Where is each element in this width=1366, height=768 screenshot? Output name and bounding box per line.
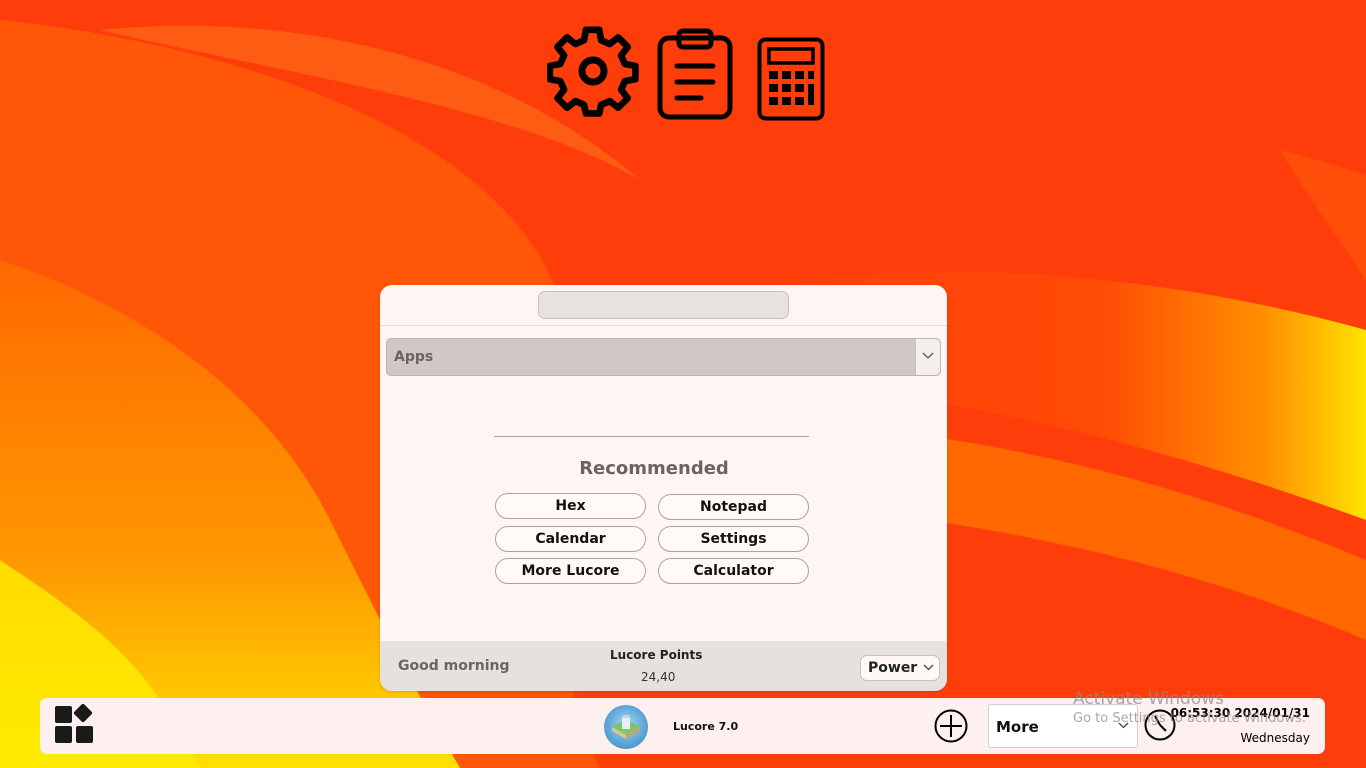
search-input[interactable] [538, 291, 789, 319]
power-dropdown-label: Power [868, 660, 918, 676]
clipboard-icon [657, 28, 733, 120]
calculator-icon [757, 37, 825, 121]
app-button-settings[interactable]: Settings [658, 526, 809, 552]
more-dropdown[interactable]: More [988, 704, 1138, 748]
time-date-label: 06:53:30 2024/01/31 [1170, 706, 1310, 720]
apps-dropdown-toggle[interactable] [915, 339, 940, 375]
recommended-title: Recommended [579, 458, 729, 479]
chevron-down-icon [923, 664, 934, 671]
app-button-more-lucore[interactable]: More Lucore [495, 558, 646, 584]
gear-icon [547, 26, 639, 117]
chevron-down-icon [1118, 722, 1129, 729]
app-name-label: Lucore 7.0 [673, 720, 739, 733]
power-dropdown[interactable]: Power [860, 655, 940, 681]
calculator-desktop-icon[interactable] [757, 37, 825, 121]
greeting-text: Good morning [398, 658, 510, 674]
app-button-calculator[interactable]: Calculator [658, 558, 809, 584]
recommended-divider [494, 436, 809, 437]
panel-footer: Good morning Lucore Points 24,40 Power [380, 641, 947, 691]
start-button[interactable] [54, 703, 96, 750]
points-title: Lucore Points [610, 648, 703, 662]
settings-desktop-icon[interactable] [547, 26, 639, 118]
apps-dropdown-label: Apps [394, 349, 434, 365]
points-value: 24,40 [641, 670, 676, 684]
notepad-desktop-icon[interactable] [657, 28, 733, 120]
app-button-notepad[interactable]: Notepad [658, 494, 809, 520]
start-grid-icon [55, 703, 93, 743]
lucore-logo-icon [612, 715, 640, 739]
weekday-label: Wednesday [1240, 731, 1310, 745]
more-dropdown-label: More [996, 718, 1039, 736]
app-button-hex[interactable]: Hex [495, 493, 646, 519]
taskbar: Lucore 7.0 More 06:53:30 2024/01/31 Wedn… [40, 698, 1325, 754]
plus-circle-icon [934, 709, 968, 743]
app-button-calendar[interactable]: Calendar [495, 526, 646, 552]
panel-divider [380, 325, 947, 326]
lucore-app-avatar[interactable] [604, 705, 648, 749]
apps-dropdown[interactable]: Apps [386, 338, 941, 376]
chevron-down-icon [922, 352, 934, 359]
start-menu-panel: Apps Recommended Hex Notepad Calendar Se… [380, 285, 947, 691]
add-button[interactable] [934, 709, 968, 747]
